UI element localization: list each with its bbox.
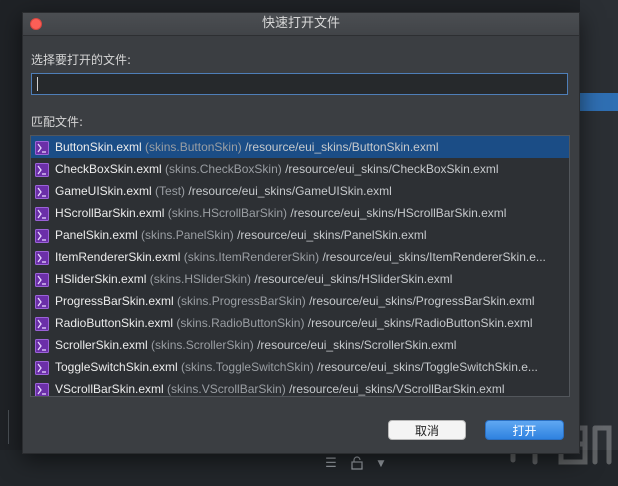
exml-file-icon: [35, 206, 49, 221]
dropdown-arrow-icon[interactable]: ▼: [372, 456, 390, 472]
file-list-item[interactable]: ScrollerSkin.exml (skins.ScrollerSkin) /…: [31, 334, 569, 356]
file-list-item[interactable]: GameUISkin.exml (Test) /resource/eui_ski…: [31, 180, 569, 202]
exml-file-icon: [35, 360, 49, 375]
file-list-item[interactable]: RadioButtonSkin.exml (skins.RadioButtonS…: [31, 312, 569, 334]
exml-file-icon: [35, 338, 49, 353]
file-path: /resource/eui_skins/ItemRendererSkin.e..…: [322, 250, 546, 264]
background-selected-strip: [580, 93, 618, 111]
exml-file-icon: [35, 382, 49, 396]
exml-file-icon: [35, 184, 49, 199]
exml-file-icon: [35, 272, 49, 287]
file-class: (skins.ButtonSkin): [141, 140, 246, 154]
file-class: (skins.VScrollBarSkin): [163, 382, 290, 396]
file-path: /resource/eui_skins/RadioButtonSkin.exml: [307, 316, 533, 330]
file-name: RadioButtonSkin.exml: [55, 316, 174, 330]
file-list-item[interactable]: ToggleSwitchSkin.exml (skins.ToggleSwitc…: [31, 356, 569, 378]
file-list-item[interactable]: ButtonSkin.exml (skins.ButtonSkin) /reso…: [31, 136, 569, 158]
file-name: ButtonSkin.exml: [55, 140, 142, 154]
exml-file-icon: [35, 250, 49, 265]
file-name: HSliderSkin.exml: [55, 272, 147, 286]
cancel-button[interactable]: 取消: [388, 420, 466, 440]
quick-open-dialog: 快速打开文件 选择要打开的文件: 匹配文件: ButtonSkin.exml (…: [22, 12, 580, 454]
file-class: (Test): [151, 184, 189, 198]
file-search-input[interactable]: [31, 73, 568, 95]
file-path: /resource/eui_skins/HScrollBarSkin.exml: [290, 206, 507, 220]
exml-file-icon: [35, 162, 49, 177]
open-button[interactable]: 打开: [485, 420, 564, 440]
file-name: ProgressBarSkin.exml: [55, 294, 174, 308]
exml-file-icon: [35, 316, 49, 331]
dialog-title: 快速打开文件: [261, 16, 340, 31]
file-class: (skins.HScrollBarSkin): [164, 206, 291, 220]
file-path: /resource/eui_skins/ButtonSkin.exml: [245, 140, 439, 154]
file-name: ScrollerSkin.exml: [55, 338, 148, 352]
file-list-item[interactable]: HScrollBarSkin.exml (skins.HScrollBarSki…: [31, 202, 569, 224]
file-path: /resource/eui_skins/GameUISkin.exml: [188, 184, 392, 198]
file-list-item[interactable]: HSliderSkin.exml (skins.HSliderSkin) /re…: [31, 268, 569, 290]
file-name: PanelSkin.exml: [55, 228, 138, 242]
file-class: (skins.ScrollerSkin): [147, 338, 258, 352]
file-class: (skins.ProgressBarSkin): [173, 294, 310, 308]
file-list-item[interactable]: PanelSkin.exml (skins.PanelSkin) /resour…: [31, 224, 569, 246]
file-class: (skins.CheckBoxSkin): [161, 162, 286, 176]
matched-files-label: 匹配文件:: [31, 115, 84, 129]
exml-file-icon: [35, 140, 49, 155]
file-name: ItemRendererSkin.exml: [55, 250, 181, 264]
file-name: ToggleSwitchSkin.exml: [55, 360, 178, 374]
file-class: (skins.PanelSkin): [137, 228, 238, 242]
file-name: HScrollBarSkin.exml: [55, 206, 165, 220]
file-list-item[interactable]: ProgressBarSkin.exml (skins.ProgressBarS…: [31, 290, 569, 312]
file-list-item[interactable]: VScrollBarSkin.exml (skins.VScrollBarSki…: [31, 378, 569, 396]
file-list-item[interactable]: CheckBoxSkin.exml (skins.CheckBoxSkin) /…: [31, 158, 569, 180]
file-path: /resource/eui_skins/PanelSkin.exml: [237, 228, 427, 242]
lock-icon[interactable]: [348, 456, 366, 472]
file-path: /resource/eui_skins/HSliderSkin.exml: [254, 272, 453, 286]
background-divider: [8, 410, 9, 444]
dialog-titlebar: 快速打开文件: [23, 13, 579, 36]
file-path: /resource/eui_skins/VScrollBarSkin.exml: [289, 382, 505, 396]
list-icon[interactable]: ☰: [322, 456, 340, 472]
matched-files-list[interactable]: ButtonSkin.exml (skins.ButtonSkin) /reso…: [30, 135, 570, 397]
file-name: GameUISkin.exml: [55, 184, 152, 198]
file-path: /resource/eui_skins/ToggleSwitchSkin.e..…: [317, 360, 538, 374]
file-path: /resource/eui_skins/ProgressBarSkin.exml: [309, 294, 535, 308]
background-side-panel: [580, 0, 618, 486]
close-icon[interactable]: [30, 18, 42, 30]
exml-file-icon: [35, 228, 49, 243]
file-class: (skins.ItemRendererSkin): [180, 250, 323, 264]
exml-file-icon: [35, 294, 49, 309]
file-name: CheckBoxSkin.exml: [55, 162, 162, 176]
file-class: (skins.RadioButtonSkin): [173, 316, 308, 330]
file-name: VScrollBarSkin.exml: [55, 382, 164, 396]
file-path: /resource/eui_skins/ScrollerSkin.exml: [257, 338, 457, 352]
file-class: (skins.ToggleSwitchSkin): [177, 360, 318, 374]
file-class: (skins.HSliderSkin): [146, 272, 255, 286]
select-file-label: 选择要打开的文件:: [31, 53, 132, 67]
text-caret: [37, 77, 38, 91]
file-list-item[interactable]: ItemRendererSkin.exml (skins.ItemRendere…: [31, 246, 569, 268]
file-path: /resource/eui_skins/CheckBoxSkin.exml: [285, 162, 499, 176]
